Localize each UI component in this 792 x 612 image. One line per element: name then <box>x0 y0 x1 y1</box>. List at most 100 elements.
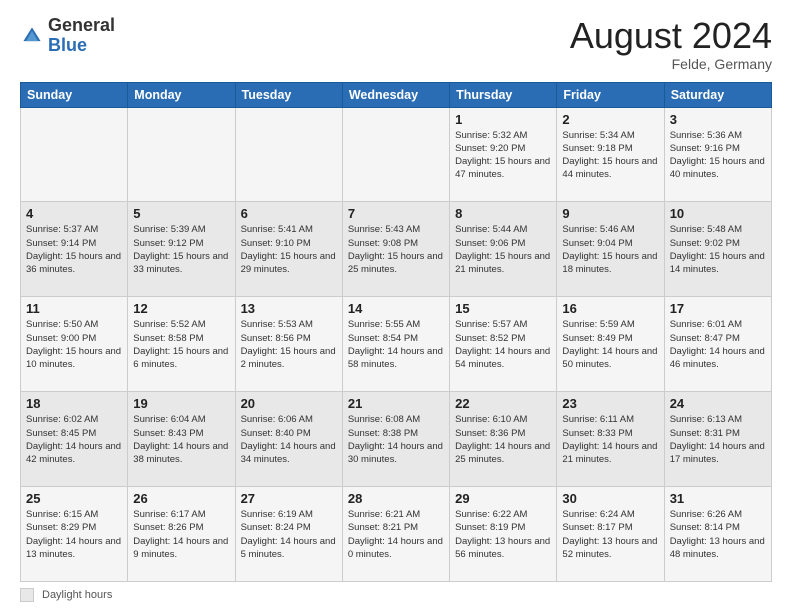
day-info: Sunrise: 5:39 AM Sunset: 9:12 PM Dayligh… <box>133 223 229 276</box>
cell-3-1: 11 Sunrise: 5:50 AM Sunset: 9:00 PM Dayli… <box>21 297 128 392</box>
footer-label: Daylight hours <box>42 589 112 601</box>
day-info: Sunrise: 6:17 AM Sunset: 8:26 PM Dayligh… <box>133 508 229 561</box>
footer-box <box>20 588 34 602</box>
day-number: 4 <box>26 206 122 221</box>
day-number: 1 <box>455 112 551 127</box>
day-number: 24 <box>670 396 766 411</box>
col-tuesday: Tuesday <box>235 82 342 107</box>
cell-2-2: 5Sunrise: 5:39 AM Sunset: 9:12 PM Daylig… <box>128 202 235 297</box>
calendar-header: Sunday Monday Tuesday Wednesday Thursday… <box>21 82 772 107</box>
location: Felde, Germany <box>570 56 772 72</box>
day-info: Sunrise: 6:06 AM Sunset: 8:40 PM Dayligh… <box>241 413 337 466</box>
day-info: Sunrise: 6:15 AM Sunset: 8:29 PM Dayligh… <box>26 508 122 561</box>
week-row-4: 18 Sunrise: 6:02 AM Sunset: 8:45 PM Dayli… <box>21 392 772 487</box>
col-wednesday: Wednesday <box>342 82 449 107</box>
day-number: 8 <box>455 206 551 221</box>
cell-1-6: 2 Sunrise: 5:34 AM Sunset: 9:18 PM Daylig… <box>557 107 664 202</box>
logo-blue-text: Blue <box>48 35 87 55</box>
cell-1-3 <box>235 107 342 202</box>
cell-4-2: 19 Sunrise: 6:04 AM Sunset: 8:43 PM Dayli… <box>128 392 235 487</box>
day-info: Sunrise: 5:57 AM Sunset: 8:52 PM Dayligh… <box>455 318 551 371</box>
day-info: Sunrise: 5:43 AM Sunset: 9:08 PM Dayligh… <box>348 223 444 276</box>
day-number: 25 <box>26 491 122 506</box>
cell-2-3: 6 Sunrise: 5:41 AM Sunset: 9:10 PM Daylig… <box>235 202 342 297</box>
day-info: Sunrise: 6:04 AM Sunset: 8:43 PM Dayligh… <box>133 413 229 466</box>
cell-4-6: 23 Sunrise: 6:11 AM Sunset: 8:33 PM Dayli… <box>557 392 664 487</box>
day-info: Sunrise: 6:01 AM Sunset: 8:47 PM Dayligh… <box>670 318 766 371</box>
day-number: 27 <box>241 491 337 506</box>
day-info: Sunrise: 5:32 AM Sunset: 9:20 PM Dayligh… <box>455 129 551 182</box>
cell-2-4: 7 Sunrise: 5:43 AM Sunset: 9:08 PM Daylig… <box>342 202 449 297</box>
week-row-2: 4 Sunrise: 5:37 AM Sunset: 9:14 PM Daylig… <box>21 202 772 297</box>
cell-4-5: 22 Sunrise: 6:10 AM Sunset: 8:36 PM Dayli… <box>450 392 557 487</box>
header-row: Sunday Monday Tuesday Wednesday Thursday… <box>21 82 772 107</box>
col-saturday: Saturday <box>664 82 771 107</box>
day-number: 12 <box>133 301 229 316</box>
day-info: Sunrise: 5:41 AM Sunset: 9:10 PM Dayligh… <box>241 223 337 276</box>
day-info: Sunrise: 5:50 AM Sunset: 9:00 PM Dayligh… <box>26 318 122 371</box>
day-info: Sunrise: 6:11 AM Sunset: 8:33 PM Dayligh… <box>562 413 658 466</box>
day-info: Sunrise: 5:48 AM Sunset: 9:02 PM Dayligh… <box>670 223 766 276</box>
cell-4-7: 24Sunrise: 6:13 AM Sunset: 8:31 PM Dayli… <box>664 392 771 487</box>
day-number: 21 <box>348 396 444 411</box>
day-number: 7 <box>348 206 444 221</box>
calendar-body: 1 Sunrise: 5:32 AM Sunset: 9:20 PM Daylig… <box>21 107 772 581</box>
day-number: 18 <box>26 396 122 411</box>
day-number: 19 <box>133 396 229 411</box>
col-friday: Friday <box>557 82 664 107</box>
day-number: 20 <box>241 396 337 411</box>
day-number: 29 <box>455 491 551 506</box>
day-info: Sunrise: 5:55 AM Sunset: 8:54 PM Dayligh… <box>348 318 444 371</box>
day-number: 22 <box>455 396 551 411</box>
day-info: Sunrise: 6:08 AM Sunset: 8:38 PM Dayligh… <box>348 413 444 466</box>
day-info: Sunrise: 6:21 AM Sunset: 8:21 PM Dayligh… <box>348 508 444 561</box>
day-info: Sunrise: 5:46 AM Sunset: 9:04 PM Dayligh… <box>562 223 658 276</box>
cell-3-7: 17 Sunrise: 6:01 AM Sunset: 8:47 PM Dayli… <box>664 297 771 392</box>
day-number: 9 <box>562 206 658 221</box>
day-number: 28 <box>348 491 444 506</box>
cell-1-7: 3Sunrise: 5:36 AM Sunset: 9:16 PM Daylig… <box>664 107 771 202</box>
cell-1-4 <box>342 107 449 202</box>
cell-5-4: 28 Sunrise: 6:21 AM Sunset: 8:21 PM Dayli… <box>342 487 449 582</box>
day-number: 31 <box>670 491 766 506</box>
day-info: Sunrise: 6:02 AM Sunset: 8:45 PM Dayligh… <box>26 413 122 466</box>
day-info: Sunrise: 6:10 AM Sunset: 8:36 PM Dayligh… <box>455 413 551 466</box>
cell-3-6: 16 Sunrise: 5:59 AM Sunset: 8:49 PM Dayli… <box>557 297 664 392</box>
cell-1-2 <box>128 107 235 202</box>
cell-5-3: 27Sunrise: 6:19 AM Sunset: 8:24 PM Dayli… <box>235 487 342 582</box>
cell-4-1: 18 Sunrise: 6:02 AM Sunset: 8:45 PM Dayli… <box>21 392 128 487</box>
day-number: 23 <box>562 396 658 411</box>
cell-4-3: 20 Sunrise: 6:06 AM Sunset: 8:40 PM Dayli… <box>235 392 342 487</box>
footer: Daylight hours <box>20 588 772 602</box>
cell-1-5: 1 Sunrise: 5:32 AM Sunset: 9:20 PM Daylig… <box>450 107 557 202</box>
logo-general-text: General <box>48 15 115 35</box>
cell-2-1: 4 Sunrise: 5:37 AM Sunset: 9:14 PM Daylig… <box>21 202 128 297</box>
day-info: Sunrise: 6:26 AM Sunset: 8:14 PM Dayligh… <box>670 508 766 561</box>
cell-5-2: 26 Sunrise: 6:17 AM Sunset: 8:26 PM Dayli… <box>128 487 235 582</box>
col-thursday: Thursday <box>450 82 557 107</box>
day-number: 3 <box>670 112 766 127</box>
week-row-3: 11 Sunrise: 5:50 AM Sunset: 9:00 PM Dayli… <box>21 297 772 392</box>
day-info: Sunrise: 5:52 AM Sunset: 8:58 PM Dayligh… <box>133 318 229 371</box>
day-number: 13 <box>241 301 337 316</box>
cell-3-4: 14Sunrise: 5:55 AM Sunset: 8:54 PM Dayli… <box>342 297 449 392</box>
day-number: 6 <box>241 206 337 221</box>
day-number: 2 <box>562 112 658 127</box>
day-number: 30 <box>562 491 658 506</box>
day-info: Sunrise: 5:34 AM Sunset: 9:18 PM Dayligh… <box>562 129 658 182</box>
logo-icon <box>20 24 44 48</box>
calendar-table: Sunday Monday Tuesday Wednesday Thursday… <box>20 82 772 582</box>
day-info: Sunrise: 5:53 AM Sunset: 8:56 PM Dayligh… <box>241 318 337 371</box>
day-info: Sunrise: 5:37 AM Sunset: 9:14 PM Dayligh… <box>26 223 122 276</box>
day-number: 26 <box>133 491 229 506</box>
day-number: 11 <box>26 301 122 316</box>
cell-5-6: 30Sunrise: 6:24 AM Sunset: 8:17 PM Dayli… <box>557 487 664 582</box>
day-number: 17 <box>670 301 766 316</box>
cell-2-6: 9 Sunrise: 5:46 AM Sunset: 9:04 PM Daylig… <box>557 202 664 297</box>
cell-3-3: 13 Sunrise: 5:53 AM Sunset: 8:56 PM Dayli… <box>235 297 342 392</box>
day-info: Sunrise: 5:59 AM Sunset: 8:49 PM Dayligh… <box>562 318 658 371</box>
cell-1-1 <box>21 107 128 202</box>
day-number: 16 <box>562 301 658 316</box>
week-row-1: 1 Sunrise: 5:32 AM Sunset: 9:20 PM Daylig… <box>21 107 772 202</box>
cell-3-5: 15Sunrise: 5:57 AM Sunset: 8:52 PM Dayli… <box>450 297 557 392</box>
